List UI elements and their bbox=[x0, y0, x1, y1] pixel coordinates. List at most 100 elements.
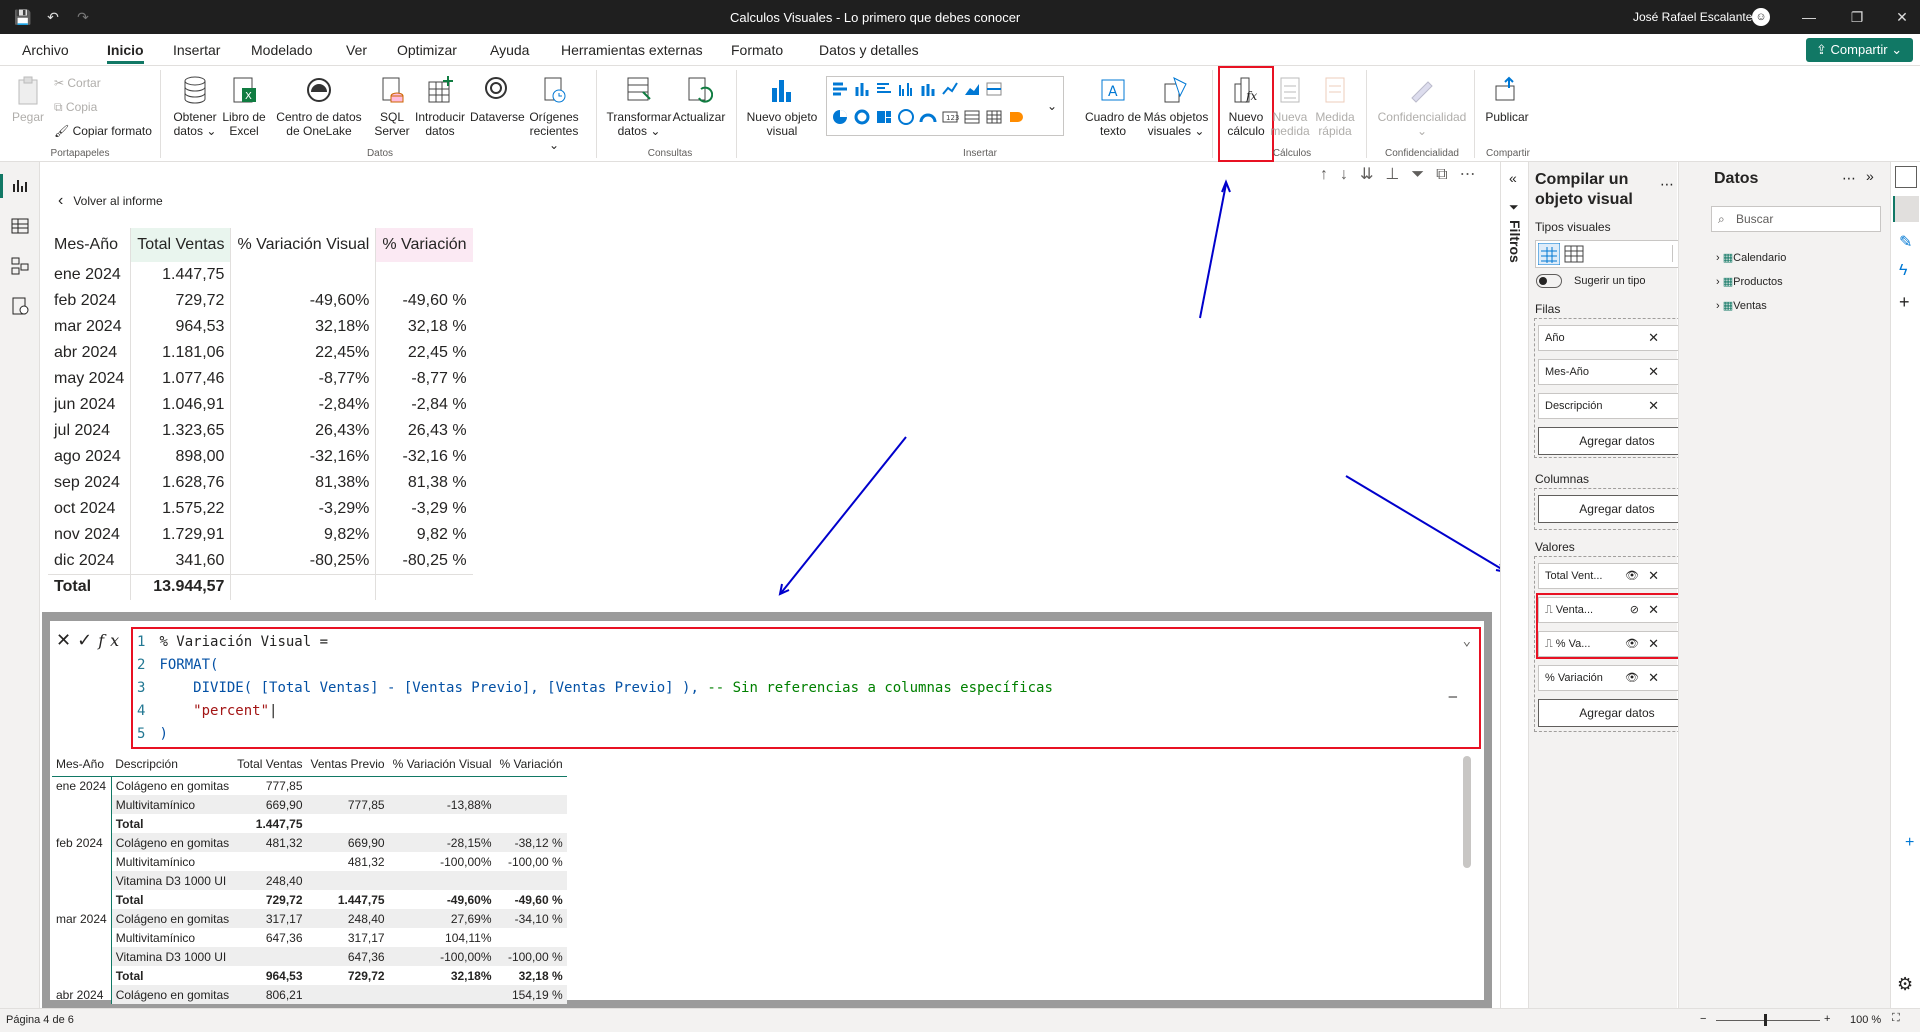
matrix-type-icon[interactable] bbox=[1538, 243, 1560, 265]
row-field-mes-ano[interactable]: Mes-Año✕› bbox=[1538, 359, 1696, 385]
zoom-slider-thumb[interactable] bbox=[1764, 1014, 1767, 1026]
detail-cell: Multivitamínico bbox=[115, 854, 196, 869]
formula-line-3: 3 DIVIDE( [Total Ventas] - [Ventas Previ… bbox=[137, 680, 1053, 696]
detail-cell bbox=[52, 795, 112, 814]
add-page-icon[interactable]: + bbox=[1905, 834, 1914, 852]
visual-calc-icon: ⎍ bbox=[1545, 638, 1556, 650]
formula-bar[interactable]: 1 % Variación Visual = 2 FORMAT( 3 DIVID… bbox=[131, 627, 1481, 749]
detail-cell bbox=[389, 776, 496, 795]
value-field-variacion-visual[interactable]: ⎍ % Va...👁✕› bbox=[1538, 631, 1696, 657]
table-item-ventas[interactable]: › ▦Ventas bbox=[1716, 294, 1786, 318]
detail-cell: 964,53 bbox=[265, 968, 303, 983]
table-row[interactable]: Total 964,53 729,72 32,18% 32,18 % bbox=[52, 966, 567, 985]
data-collapse-icon[interactable]: » bbox=[1866, 168, 1874, 184]
detail-cell: 248,40 bbox=[306, 909, 389, 928]
detail-cell: 647,36 bbox=[265, 930, 303, 945]
detail-header: Ventas Previo bbox=[306, 752, 389, 777]
detail-cell: 317,17 bbox=[233, 909, 307, 928]
formula-line-2: 2 FORMAT( bbox=[137, 657, 219, 673]
eye-icon[interactable]: 👁 bbox=[1625, 666, 1639, 690]
suggest-type-toggle[interactable] bbox=[1536, 274, 1562, 288]
detail-cell: 481,32 bbox=[347, 854, 385, 869]
table-row[interactable]: Total 1.447,75 bbox=[52, 814, 567, 833]
eye-icon[interactable]: 👁 bbox=[1625, 564, 1639, 588]
remove-field-icon[interactable]: ✕ bbox=[1648, 564, 1659, 588]
table-row[interactable]: feb 2024 Colágeno en gomitas 481,32 669,90-… bbox=[52, 833, 567, 852]
add-pane-icon[interactable]: + bbox=[1899, 292, 1910, 313]
settings-icon[interactable]: ⚙ bbox=[1897, 974, 1913, 995]
row-field-descripcion[interactable]: Descripción✕› bbox=[1538, 393, 1696, 419]
detail-cell bbox=[52, 890, 112, 909]
remove-field-icon[interactable]: ✕ bbox=[1648, 632, 1659, 656]
table-row[interactable]: abr 2024 Colágeno en gomitas 806,21 154,19 … bbox=[52, 985, 567, 1004]
remove-field-icon[interactable]: ✕ bbox=[1648, 666, 1659, 690]
add-columns-button[interactable]: Agregar datos bbox=[1538, 495, 1696, 523]
detail-cell: -28,15% bbox=[388, 833, 496, 852]
filters-pane[interactable]: « ⏷ Filtros bbox=[1500, 162, 1528, 1008]
zoom-slider[interactable] bbox=[1716, 1020, 1820, 1021]
add-values-button[interactable]: Agregar datos bbox=[1538, 699, 1696, 727]
data-pane-icon[interactable] bbox=[1895, 166, 1917, 188]
table-row[interactable]: Multivitamínico 647,36 317,17 104,11% bbox=[52, 928, 567, 947]
commit-icon[interactable]: ✓ bbox=[77, 630, 98, 650]
data-more-icon[interactable]: ⋯ bbox=[1842, 170, 1856, 187]
table-row[interactable]: mar 2024 Colágeno en gomitas 317,17 248,40 2… bbox=[52, 909, 567, 928]
table-row[interactable]: Vitamina D3 1000 UI 248,40 bbox=[52, 871, 567, 890]
remove-field-icon[interactable]: ✕ bbox=[1648, 598, 1659, 622]
detail-cell: 1.447,75 bbox=[337, 892, 385, 907]
chevron-right-icon: › bbox=[1716, 276, 1720, 288]
value-field-total-ventas[interactable]: Total Vent...👁✕› bbox=[1538, 563, 1696, 589]
table-row[interactable]: Multivitamínico 669,90 777,85 -13,88% bbox=[52, 795, 567, 814]
eye-hidden-icon[interactable]: ⊘ bbox=[1630, 598, 1639, 622]
table-item-calendario[interactable]: › ▦Calendario bbox=[1716, 246, 1786, 270]
detail-cell bbox=[52, 966, 112, 985]
zoom-out-icon[interactable]: − bbox=[1700, 1013, 1706, 1025]
detail-cell: Colágeno en gomitas bbox=[111, 833, 234, 852]
build-more-icon[interactable]: ⋯ bbox=[1660, 176, 1674, 193]
detail-cell: mar 2024 bbox=[52, 909, 112, 928]
detail-scrollbar[interactable] bbox=[1463, 756, 1471, 868]
values-section-label: Valores bbox=[1535, 540, 1575, 554]
analytics-pane-icon[interactable]: ϟ bbox=[1899, 262, 1907, 280]
table-row[interactable]: ene 2024 Colágeno en gomitas 777,85 bbox=[52, 776, 567, 795]
data-tables-list: › ▦Calendario › ▦Productos › ▦Ventas bbox=[1716, 246, 1786, 318]
visual-type-picker[interactable]: ⌄ bbox=[1535, 240, 1699, 268]
table-item-productos[interactable]: › ▦Productos bbox=[1716, 270, 1786, 294]
table-row[interactable]: Total 729,72 1.447,75 -49,60% -49,60 % bbox=[52, 890, 567, 909]
detail-cell: -100,00% bbox=[388, 947, 496, 966]
remove-field-icon[interactable]: ✕ bbox=[1648, 360, 1659, 384]
collapse-formula-icon[interactable]: ⌄ bbox=[1463, 633, 1471, 649]
detail-cell: -49,60 % bbox=[514, 892, 563, 907]
value-field-ventas-previo[interactable]: ⎍ Venta...⊘✕› bbox=[1538, 597, 1696, 623]
build-pane-icon[interactable] bbox=[1893, 196, 1919, 222]
detail-cell bbox=[388, 871, 496, 890]
data-pane-title: Datos bbox=[1714, 170, 1759, 187]
data-search-input[interactable]: ⌕ Buscar bbox=[1711, 206, 1881, 232]
zoom-in-icon[interactable]: + bbox=[1824, 1013, 1830, 1025]
detail-table[interactable]: Mes-Año Descripción Total Ventas Ventas Pre… bbox=[52, 752, 567, 1004]
value-field-variacion[interactable]: % Variación👁✕› bbox=[1538, 665, 1696, 691]
detail-cell: 777,85 bbox=[306, 795, 389, 814]
detail-cell bbox=[52, 928, 112, 947]
table-row[interactable]: Vitamina D3 1000 UI 647,36 -100,00% -100,00… bbox=[52, 947, 567, 966]
remove-field-icon[interactable]: ✕ bbox=[1648, 326, 1659, 350]
add-rows-button[interactable]: Agregar datos bbox=[1538, 427, 1696, 455]
fit-to-page-icon[interactable]: ⛶ bbox=[1892, 1012, 1900, 1025]
remove-field-icon[interactable]: ✕ bbox=[1648, 394, 1659, 418]
detail-header: Mes-Año bbox=[52, 752, 112, 777]
eye-icon[interactable]: 👁 bbox=[1625, 632, 1639, 656]
formula-line-4: 4 "percent"| bbox=[137, 703, 278, 719]
detail-cell bbox=[307, 814, 389, 833]
collapse-panes-icon[interactable]: « bbox=[1509, 170, 1517, 186]
row-field-ano[interactable]: Año✕› bbox=[1538, 325, 1696, 351]
arrow-to-new-calc bbox=[1199, 183, 1227, 319]
fx-icon[interactable]: fx bbox=[98, 631, 125, 650]
detail-header: Descripción bbox=[111, 752, 234, 777]
table-row[interactable]: Multivitamínico 481,32 -100,00% -100,00 % bbox=[52, 852, 567, 871]
cancel-icon[interactable]: ✕ bbox=[56, 630, 77, 650]
detail-cell bbox=[496, 814, 567, 833]
detail-cell: Total bbox=[115, 816, 144, 831]
table-type-icon[interactable] bbox=[1564, 245, 1584, 263]
detail-cell: Colágeno en gomitas bbox=[111, 985, 234, 1004]
format-pane-icon[interactable]: ✎ bbox=[1899, 232, 1912, 252]
